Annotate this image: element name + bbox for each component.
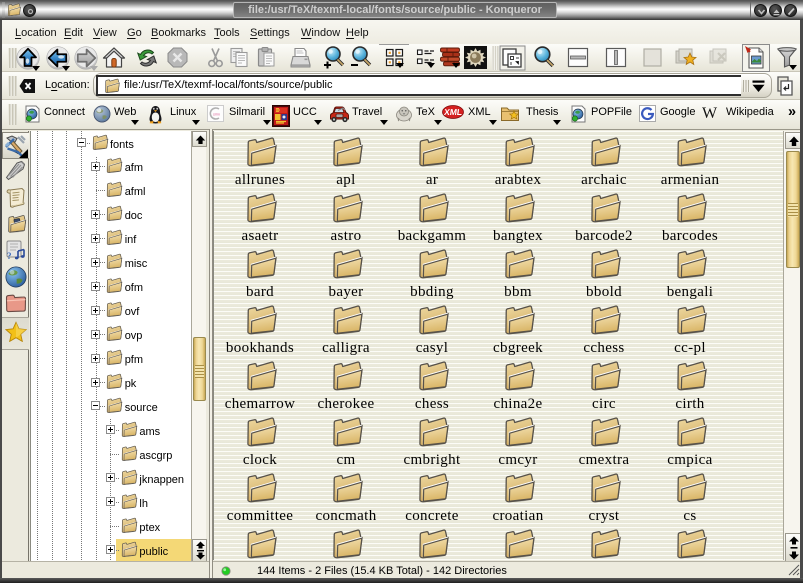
svg-text:?: ?: [7, 251, 12, 261]
svg-text:silm: silm: [213, 112, 221, 117]
svg-text:W: W: [702, 105, 718, 120]
svg-text:XML: XML: [444, 107, 463, 117]
